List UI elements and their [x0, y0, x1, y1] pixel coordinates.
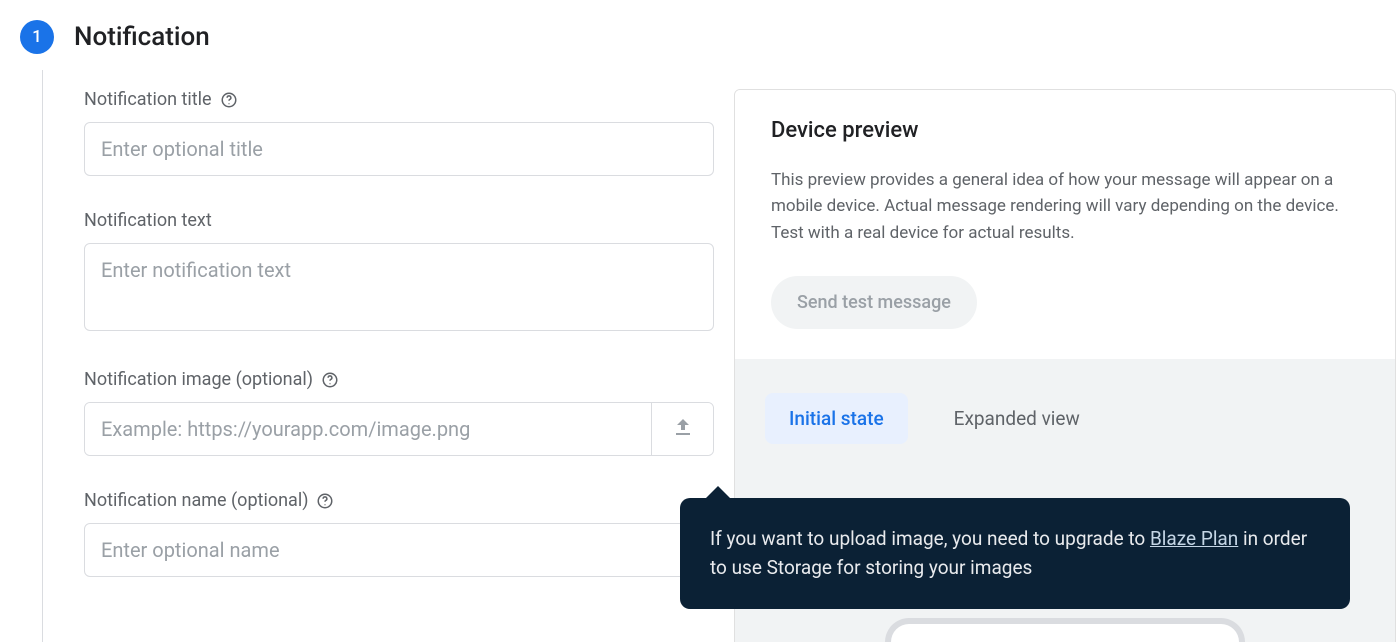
notification-text-label: Notification text	[84, 210, 212, 231]
upload-image-button[interactable]	[651, 403, 713, 455]
blaze-plan-link[interactable]: Blaze Plan	[1150, 527, 1238, 550]
field-notification-text: Notification text	[84, 210, 714, 335]
field-label-row: Notification text	[84, 210, 714, 231]
help-icon[interactable]	[316, 492, 334, 510]
tab-expanded-view[interactable]: Expanded view	[930, 393, 1104, 444]
section-title: Notification	[74, 22, 210, 52]
notification-title-input[interactable]	[84, 122, 714, 176]
field-notification-image: Notification image (optional)	[84, 369, 714, 456]
send-test-message-button[interactable]: Send test message	[771, 276, 977, 329]
help-icon[interactable]	[321, 371, 339, 389]
form-column: Notification title Notification text Not…	[44, 89, 734, 577]
device-preview-description: This preview provides a general idea of …	[771, 167, 1359, 246]
blaze-plan-link-text: Blaze Plan	[1150, 527, 1238, 550]
preview-top: Device preview This preview provides a g…	[735, 90, 1395, 359]
notification-image-input[interactable]	[85, 403, 651, 455]
step-number: 1	[32, 27, 42, 47]
field-notification-name: Notification name (optional)	[84, 490, 714, 577]
step-progress-line	[42, 70, 43, 642]
preview-tabs: Initial state Expanded view	[765, 393, 1365, 444]
field-label-row: Notification name (optional)	[84, 490, 714, 511]
help-icon[interactable]	[220, 91, 238, 109]
step-number-badge: 1	[20, 20, 54, 54]
upload-icon	[671, 415, 695, 443]
tooltip-text-prefix: If you want to upload image, you need to…	[710, 527, 1150, 550]
field-label-row: Notification title	[84, 89, 714, 110]
device-preview-title: Device preview	[771, 118, 1359, 143]
notification-image-label: Notification image (optional)	[84, 369, 313, 390]
notification-step: 1 Notification Notification title Notifi…	[0, 0, 1400, 642]
upload-upgrade-tooltip: If you want to upload image, you need to…	[680, 498, 1350, 609]
field-label-row: Notification image (optional)	[84, 369, 714, 390]
notification-title-label: Notification title	[84, 89, 212, 110]
device-frame	[885, 618, 1245, 642]
notification-image-row	[84, 402, 714, 456]
tab-expanded-view-label: Expanded view	[954, 407, 1080, 430]
notification-name-label: Notification name (optional)	[84, 490, 308, 511]
tab-initial-state[interactable]: Initial state	[765, 393, 908, 444]
notification-text-input[interactable]	[84, 243, 714, 331]
notification-name-input[interactable]	[84, 523, 714, 577]
send-test-message-label: Send test message	[797, 292, 951, 313]
tab-initial-state-label: Initial state	[789, 407, 884, 430]
step-header: 1 Notification	[0, 0, 1400, 54]
field-notification-title: Notification title	[84, 89, 714, 176]
